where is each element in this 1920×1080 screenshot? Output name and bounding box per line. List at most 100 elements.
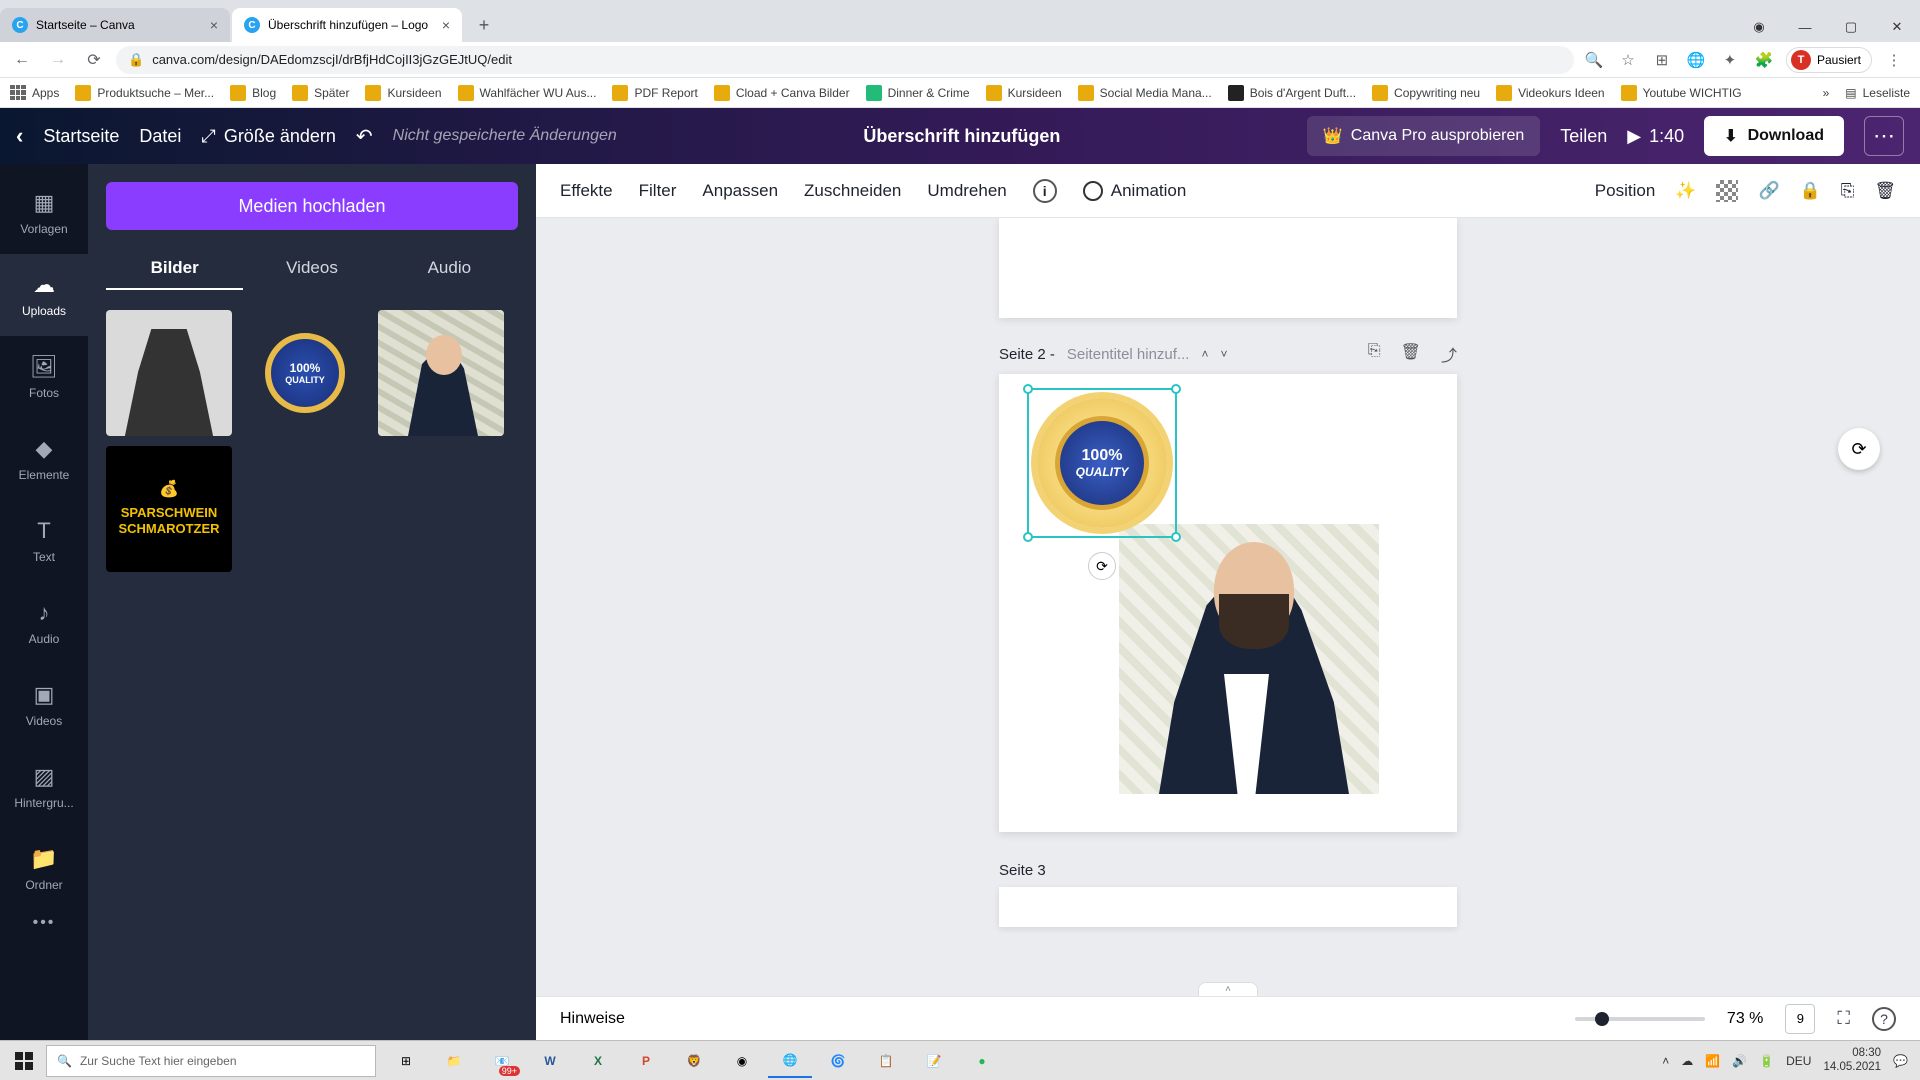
- chrome-button[interactable]: 🌐: [768, 1044, 812, 1078]
- duplicate-button[interactable]: ⎘: [1841, 181, 1855, 201]
- mail-button[interactable]: 📧99+: [480, 1044, 524, 1078]
- bookmark-item[interactable]: Kursideen: [986, 85, 1062, 101]
- undo-button[interactable]: ↶: [356, 124, 373, 149]
- page-count-button[interactable]: 9: [1785, 1004, 1815, 1034]
- home-button[interactable]: Startseite: [43, 126, 119, 147]
- canvas-scroll[interactable]: Seite 2 - Seitentitel hinzuf... ˄ ˅ ⎘ 🗑 …: [536, 218, 1920, 996]
- notifications-button[interactable]: 💬: [1893, 1054, 1908, 1068]
- word-button[interactable]: W: [528, 1044, 572, 1078]
- document-title[interactable]: Überschrift hinzufügen: [637, 126, 1287, 147]
- link-button[interactable]: 🔗: [1758, 181, 1779, 201]
- try-pro-button[interactable]: 👑Canva Pro ausprobieren: [1307, 116, 1540, 156]
- rail-background[interactable]: ▨Hintergru...: [0, 746, 88, 828]
- bookmark-item[interactable]: Produktsuche – Mer...: [75, 85, 214, 101]
- help-button[interactable]: ?: [1872, 1007, 1896, 1031]
- explorer-button[interactable]: 📁: [432, 1044, 476, 1078]
- bookmark-item[interactable]: Wahlfächer WU Aus...: [458, 85, 597, 101]
- bookmark-item[interactable]: Youtube WICHTIG: [1621, 85, 1742, 101]
- powerpoint-button[interactable]: P: [624, 1044, 668, 1078]
- qr-icon[interactable]: ⊞: [1650, 48, 1674, 72]
- page-3-canvas[interactable]: [999, 887, 1457, 927]
- onedrive-icon[interactable]: ☁: [1681, 1054, 1693, 1068]
- tab-videos[interactable]: Videos: [243, 248, 380, 290]
- close-window-button[interactable]: ✕: [1874, 12, 1920, 42]
- edge-button[interactable]: 🌀: [816, 1044, 860, 1078]
- more-menu-button[interactable]: ⋯: [1864, 116, 1904, 156]
- url-input[interactable]: 🔒 canva.com/design/DAEdomzscjI/drBfjHdCo…: [116, 46, 1574, 74]
- bookmark-item[interactable]: Social Media Mana...: [1078, 85, 1212, 101]
- app-button[interactable]: 📋: [864, 1044, 908, 1078]
- lock-button[interactable]: 🔒: [1800, 181, 1821, 201]
- crop-button[interactable]: Zuschneiden: [804, 181, 901, 201]
- play-button[interactable]: ▶1:40: [1627, 126, 1684, 147]
- back-button[interactable]: ←: [8, 46, 36, 74]
- menu-icon[interactable]: ⋮: [1882, 48, 1906, 72]
- profile-paused[interactable]: T Pausiert: [1786, 47, 1872, 73]
- bookmark-item[interactable]: Dinner & Crime: [866, 85, 970, 101]
- browser-tab-1[interactable]: C Überschrift hinzufügen – Logo ×: [232, 8, 462, 42]
- bookmark-item[interactable]: Kursideen: [365, 85, 441, 101]
- star-icon[interactable]: ☆: [1616, 48, 1640, 72]
- effects-button[interactable]: Effekte: [560, 181, 613, 201]
- regenerate-button[interactable]: ⟳: [1838, 428, 1880, 470]
- delete-page-button[interactable]: 🗑: [1401, 342, 1421, 366]
- position-button[interactable]: Position: [1595, 181, 1655, 201]
- info-button[interactable]: i: [1033, 179, 1057, 203]
- new-tab-button[interactable]: +: [470, 11, 498, 39]
- bookmark-overflow[interactable]: »: [1823, 86, 1830, 100]
- language-indicator[interactable]: DEU: [1786, 1054, 1811, 1068]
- share-button[interactable]: Teilen: [1560, 126, 1607, 147]
- tray-expand[interactable]: ˄: [1662, 1054, 1669, 1068]
- back-arrow-button[interactable]: ‹: [16, 123, 23, 149]
- resize-handle[interactable]: [1023, 532, 1033, 542]
- page-2-canvas[interactable]: 100%QUALITY ⟳: [999, 374, 1457, 832]
- resize-button[interactable]: ⤢Größe ändern: [201, 126, 335, 147]
- trash-button[interactable]: 🗑: [1874, 181, 1896, 201]
- browser-tab-0[interactable]: C Startseite – Canva ×: [0, 8, 230, 42]
- page-title-input[interactable]: Seitentitel hinzuf...: [1067, 346, 1190, 363]
- upload-thumb-badge[interactable]: 100%QUALITY: [242, 310, 368, 436]
- download-button[interactable]: ⬇Download: [1704, 116, 1844, 156]
- upload-thumb-sparschwein[interactable]: 💰SPARSCHWEIN SCHMAROTZER: [106, 446, 232, 572]
- apps-button[interactable]: Apps: [10, 85, 59, 101]
- fullscreen-button[interactable]: ⛶: [1837, 1008, 1850, 1029]
- selected-badge-element[interactable]: 100%QUALITY ⟳: [1027, 388, 1177, 538]
- tab-images[interactable]: Bilder: [106, 248, 243, 290]
- resize-handle[interactable]: [1171, 532, 1181, 542]
- upload-media-button[interactable]: Medien hochladen: [106, 182, 518, 230]
- reload-button[interactable]: ⟳: [80, 46, 108, 74]
- rail-videos[interactable]: ▣Videos: [0, 664, 88, 746]
- notes-button[interactable]: Hinweise: [560, 1010, 625, 1028]
- close-icon[interactable]: ×: [210, 17, 218, 33]
- bookmark-item[interactable]: Blog: [230, 85, 276, 101]
- taskbar-search[interactable]: 🔍 Zur Suche Text hier eingeben: [46, 1045, 376, 1077]
- volume-icon[interactable]: 🔊: [1732, 1054, 1747, 1068]
- rail-templates[interactable]: ▦Vorlagen: [0, 172, 88, 254]
- brave-button[interactable]: 🦁: [672, 1044, 716, 1078]
- upload-thumb-money[interactable]: [378, 310, 504, 436]
- bookmark-item[interactable]: Videokurs Ideen: [1496, 85, 1605, 101]
- close-icon[interactable]: ×: [442, 17, 450, 33]
- bookmark-item[interactable]: Cload + Canva Bilder: [714, 85, 850, 101]
- notepad-button[interactable]: 📝: [912, 1044, 956, 1078]
- rail-photos[interactable]: 🖼Fotos: [0, 336, 88, 418]
- resize-handle[interactable]: [1023, 384, 1033, 394]
- maximize-button[interactable]: ▢: [1828, 12, 1874, 42]
- wifi-icon[interactable]: 📶: [1705, 1054, 1720, 1068]
- bookmark-item[interactable]: Bois d'Argent Duft...: [1228, 85, 1356, 101]
- spotify-button[interactable]: ●: [960, 1044, 1004, 1078]
- taskbar-clock[interactable]: 08:30 14.05.2021: [1823, 1047, 1881, 1073]
- zoom-icon[interactable]: 🔍: [1582, 48, 1606, 72]
- add-page-button[interactable]: ⤴: [1441, 342, 1457, 366]
- chevron-up-icon[interactable]: ˄: [1201, 347, 1208, 361]
- puzzle-icon[interactable]: 🧩: [1752, 48, 1776, 72]
- excel-button[interactable]: X: [576, 1044, 620, 1078]
- expand-pages-button[interactable]: ˄: [1198, 982, 1258, 996]
- bookmark-item[interactable]: PDF Report: [612, 85, 697, 101]
- obs-button[interactable]: ◉: [720, 1044, 764, 1078]
- transparency-button[interactable]: [1716, 180, 1738, 202]
- extension-icon[interactable]: ✦: [1718, 48, 1742, 72]
- rail-folders[interactable]: 📁Ordner: [0, 828, 88, 910]
- forward-button[interactable]: →: [44, 46, 72, 74]
- rail-uploads[interactable]: ☁Uploads: [0, 254, 88, 336]
